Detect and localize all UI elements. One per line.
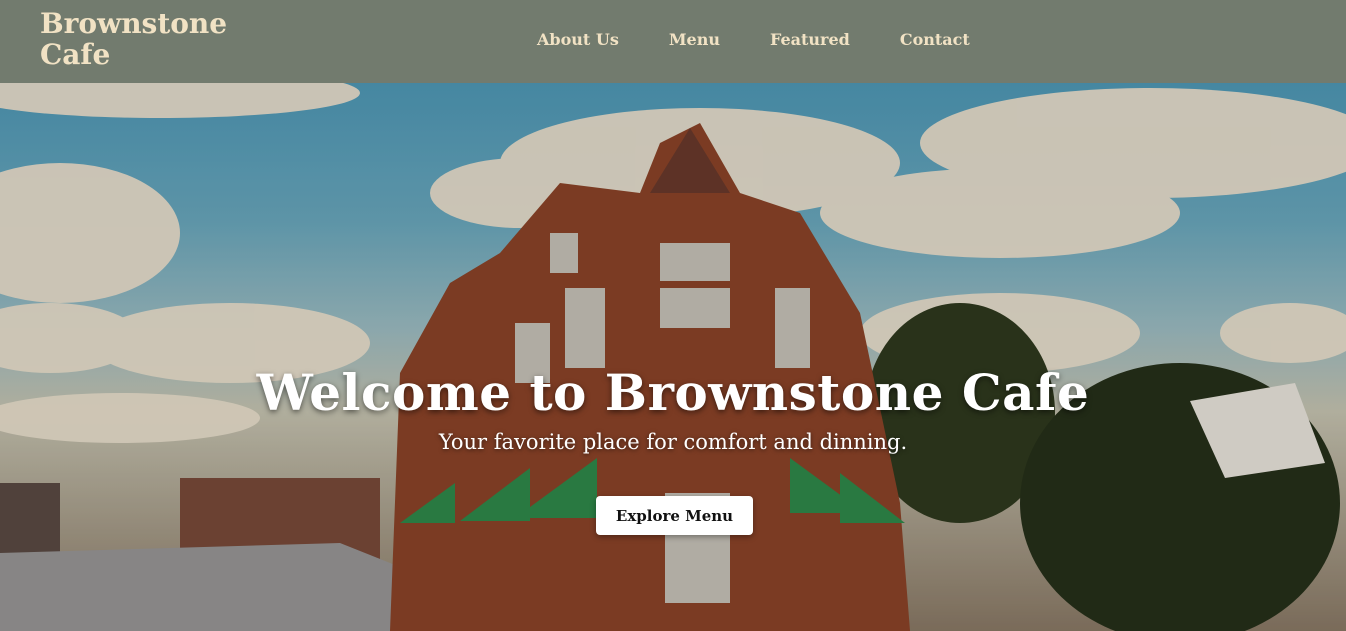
navbar: Brownstone Cafe About Us Menu Featured C…	[0, 0, 1346, 83]
hero-subtitle: Your favorite place for comfort and dinn…	[438, 430, 908, 454]
nav-link-menu[interactable]: Menu	[669, 30, 720, 49]
brand-logo-text[interactable]: Brownstone Cafe	[40, 8, 260, 70]
nav-link-featured[interactable]: Featured	[770, 30, 850, 49]
explore-menu-button[interactable]: Explore Menu	[596, 496, 753, 535]
main-nav: About Us Menu Featured Contact	[537, 30, 970, 49]
hero-section: Welcome to Brownstone Cafe Your favorite…	[0, 83, 1346, 631]
hero-background-image	[0, 83, 1346, 631]
nav-link-about-us[interactable]: About Us	[537, 30, 619, 49]
nav-link-contact[interactable]: Contact	[900, 30, 970, 49]
hero-title: Welcome to Brownstone Cafe	[256, 363, 1090, 422]
